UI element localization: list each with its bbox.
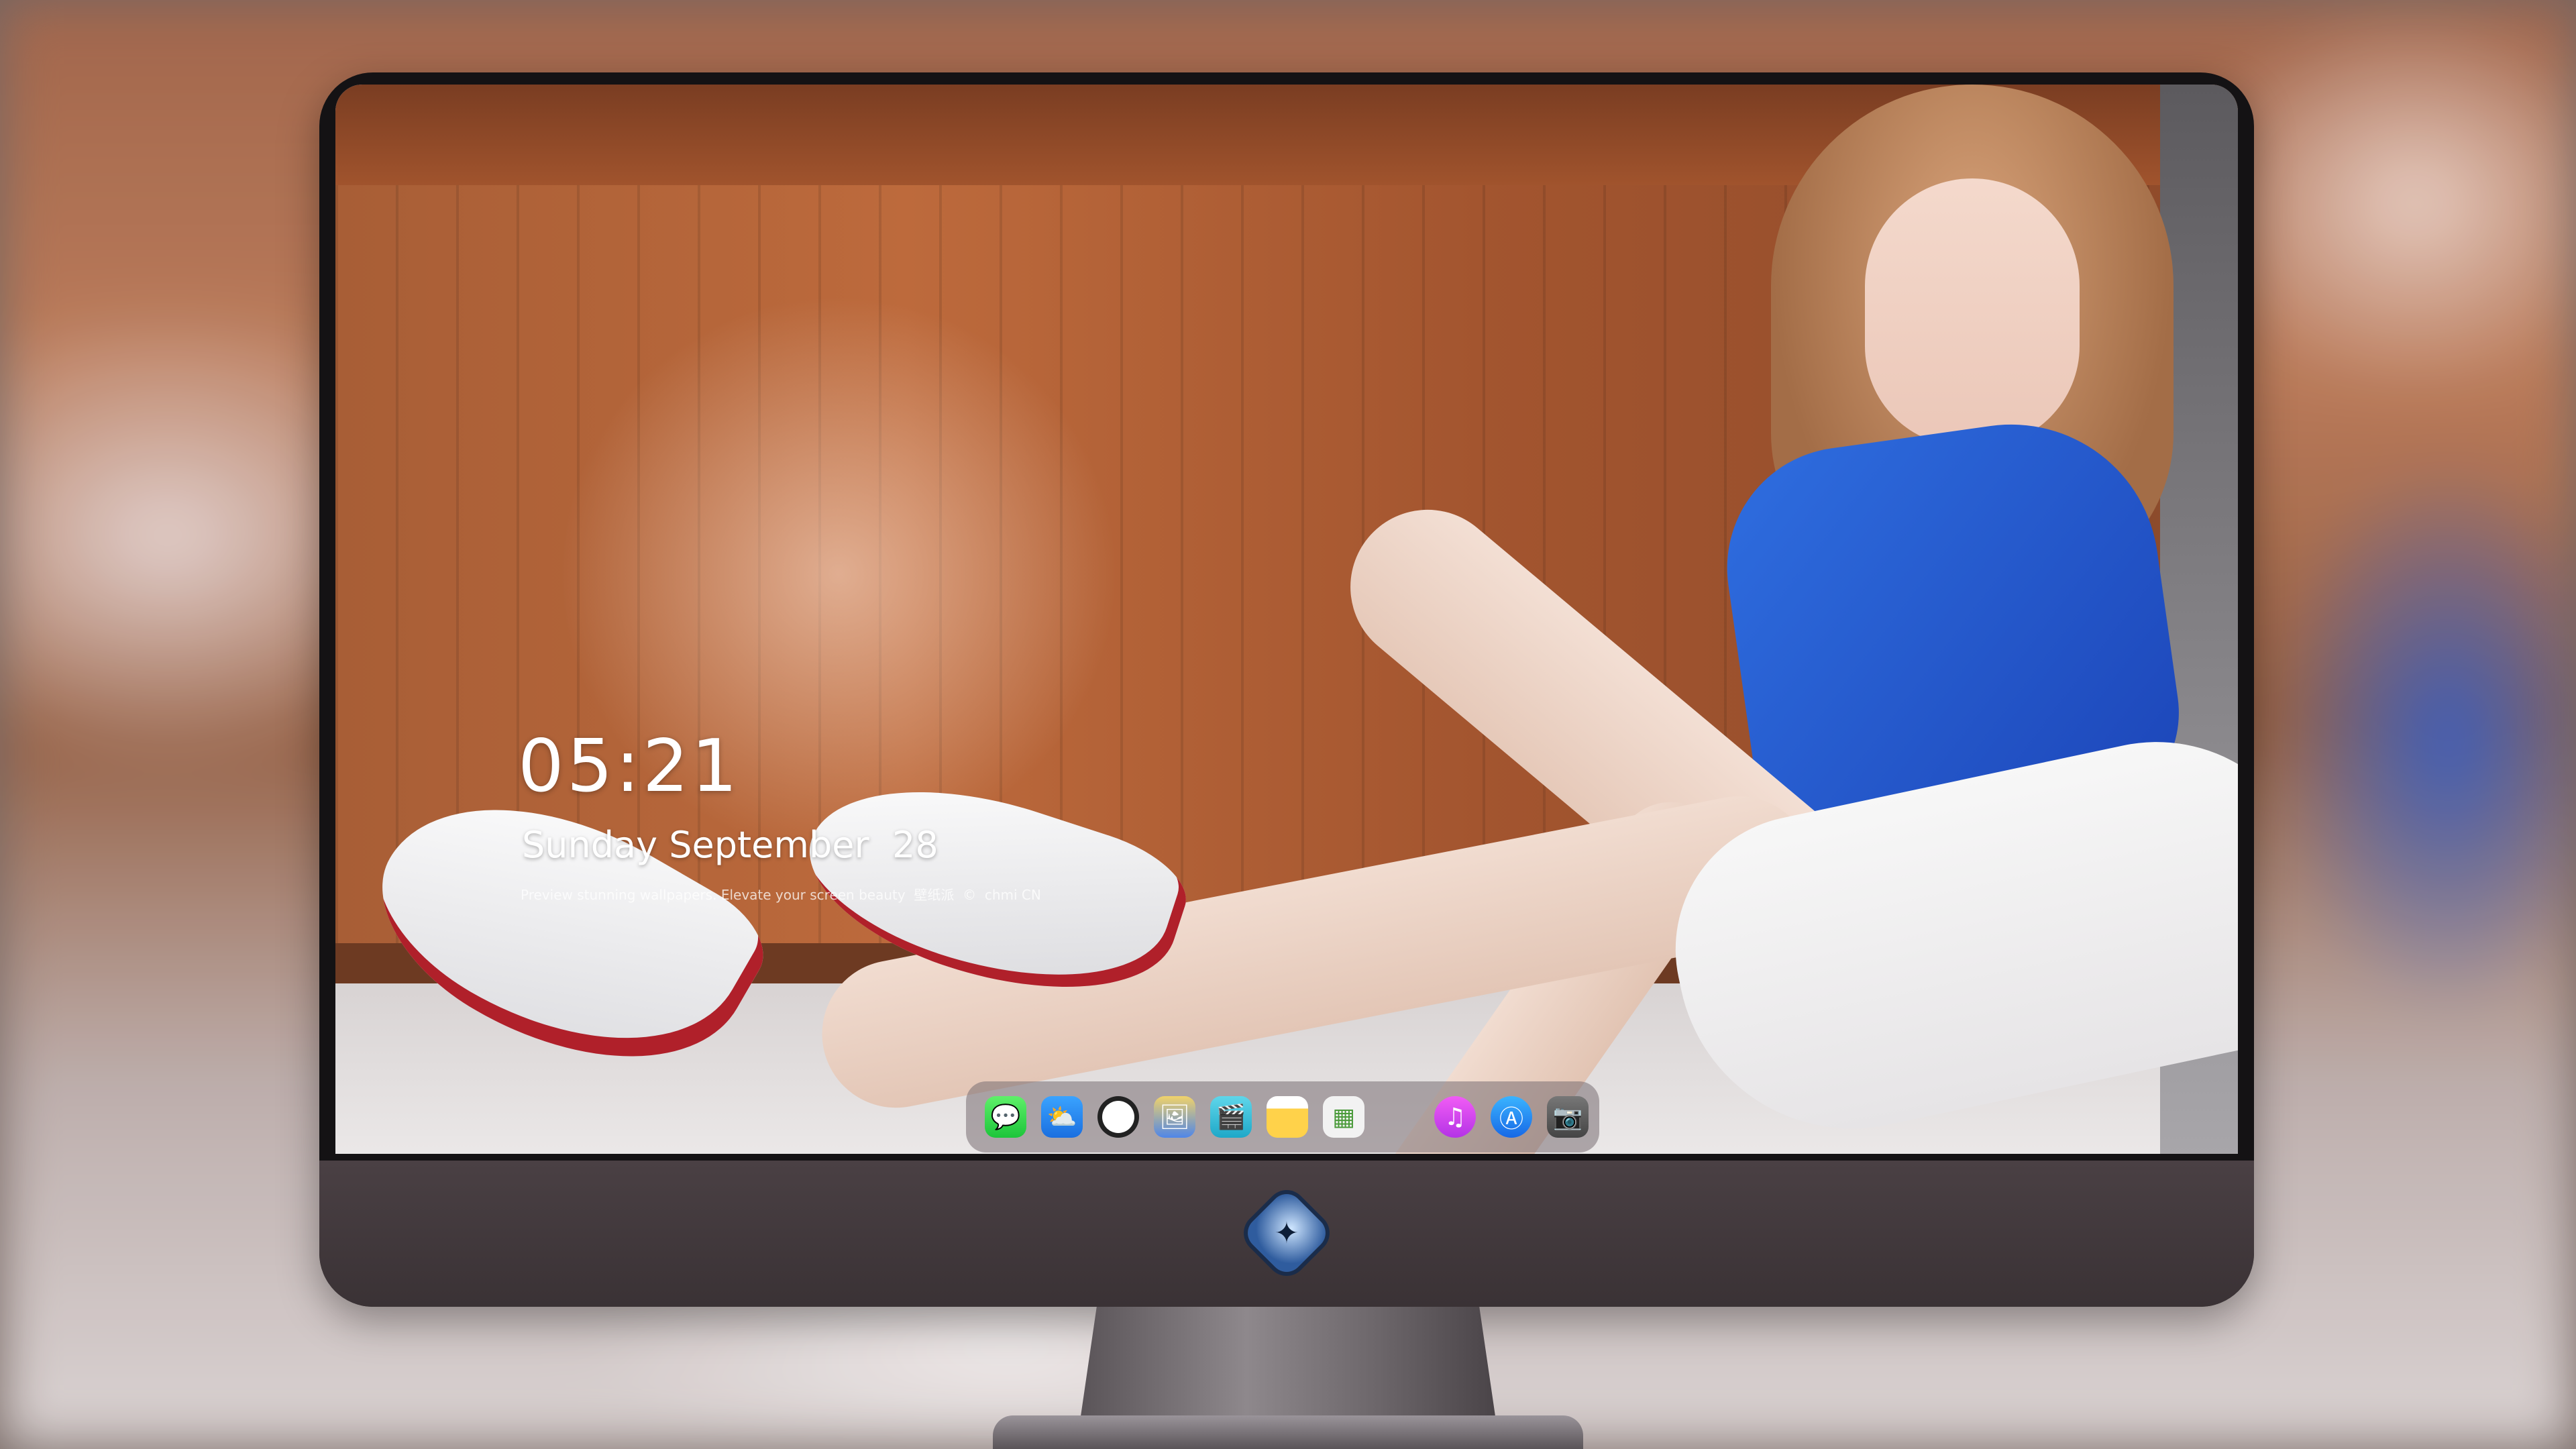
- lockscreen-date: Sunday September 28: [522, 824, 938, 866]
- lockscreen-tagline: Preview stunning wallpapers. Elevate you…: [521, 887, 1041, 903]
- dock: 💬 ⛅ 🖼 🎬 ▦ ♫ Ⓐ 📷: [966, 1081, 1599, 1152]
- app-store-icon[interactable]: Ⓐ: [1491, 1096, 1532, 1138]
- screen: [335, 85, 2238, 1154]
- clips-icon[interactable]: 🎬: [1210, 1096, 1252, 1138]
- monitor-stand: [1080, 1307, 1496, 1421]
- preview-icon[interactable]: 🖼: [1154, 1096, 1195, 1138]
- camera-icon[interactable]: 📷: [1547, 1096, 1589, 1138]
- wallpaper-figure-face: [1865, 178, 2080, 447]
- photos-icon[interactable]: ▦: [1323, 1096, 1364, 1138]
- weather-icon[interactable]: ⛅: [1041, 1096, 1083, 1138]
- clock-icon[interactable]: [1097, 1096, 1139, 1138]
- notes-icon[interactable]: [1267, 1096, 1308, 1138]
- lockscreen-time: 05:21: [518, 724, 741, 808]
- music-icon[interactable]: ♫: [1434, 1096, 1476, 1138]
- messages-icon[interactable]: 💬: [985, 1096, 1026, 1138]
- monitor-stand-foot: [993, 1415, 1583, 1449]
